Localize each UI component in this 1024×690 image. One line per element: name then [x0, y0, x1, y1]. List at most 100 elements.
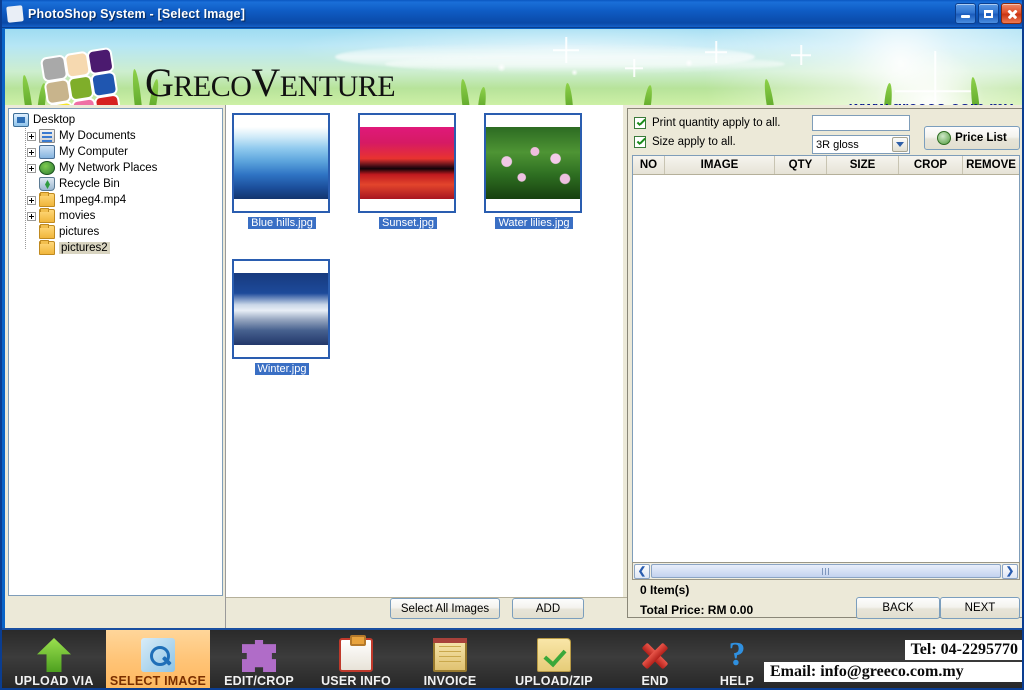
main-toolbar: UPLOAD VIA SELECT IMAGE EDIT/CROP USER I…: [2, 628, 1022, 688]
documents-icon: [39, 129, 55, 143]
thumbnail-image: [234, 273, 328, 345]
app-logo-icon: [6, 4, 24, 23]
computer-icon: [39, 145, 55, 159]
size-select-value: 3R gloss: [816, 138, 859, 151]
thumbnail-label: Winter.jpg: [254, 363, 310, 375]
tree-node-recycle-bin[interactable]: Recycle Bin: [27, 176, 222, 192]
banner-star-5: [791, 45, 811, 65]
window-title: PhotoShop System - [Select Image]: [28, 6, 246, 21]
contact-info: Tel: 04-2295770 Email: info@greeco.com.m…: [764, 632, 1022, 688]
toolbar-label: HELP: [719, 674, 755, 688]
brand-g: G: [145, 60, 174, 105]
thumbnail-frame[interactable]: [232, 259, 330, 359]
quantity-input[interactable]: [812, 115, 910, 131]
window-controls: [955, 3, 1022, 24]
thumbnail-item[interactable]: Winter.jpg: [232, 259, 332, 375]
tree-node-desktop[interactable]: Desktop: [13, 112, 222, 128]
tree-node-1mpeg4[interactable]: 1mpeg4.mp4: [27, 192, 222, 208]
notepad-icon: [433, 638, 467, 672]
print-quantity-checkbox[interactable]: [634, 116, 646, 129]
column-header-crop: CROP: [899, 156, 963, 174]
tree-node-movies[interactable]: movies: [27, 208, 222, 224]
toolbar-label: EDIT/CROP: [224, 674, 294, 688]
banner-grass: [643, 84, 654, 105]
upload-arrow-icon: [37, 638, 71, 672]
clipboard-icon: [339, 635, 373, 672]
image-search-icon: [141, 638, 175, 672]
total-price-label: Total Price: RM 0.00: [640, 603, 754, 617]
tree-node-my-computer[interactable]: My Computer: [27, 144, 222, 160]
toolbar-item-upload-zip[interactable]: UPLOAD/ZIP: [496, 630, 612, 688]
email-label: Email: info@greeco.com.my: [764, 662, 1022, 682]
next-button[interactable]: NEXT: [940, 597, 1020, 619]
add-button[interactable]: ADD: [512, 598, 584, 619]
maximize-button[interactable]: [978, 3, 999, 24]
expand-icon[interactable]: [27, 131, 36, 141]
scrollbar-thumb[interactable]: [651, 564, 1001, 578]
expand-icon[interactable]: [27, 195, 36, 205]
toolbar-item-upload-via[interactable]: UPLOAD VIA: [2, 630, 106, 688]
banner-grass: [130, 68, 143, 105]
thumbnail-label: Blue hills.jpg: [248, 217, 316, 229]
network-icon: [39, 161, 55, 175]
recycle-bin-icon: [39, 177, 55, 191]
folder-check-icon: [537, 638, 571, 672]
price-list-button[interactable]: Price List: [924, 126, 1020, 150]
tree-label: movies: [59, 210, 96, 222]
item-count-label: 0 Item(s): [640, 583, 690, 597]
banner-bokeh-3: [685, 59, 693, 67]
toolbar-item-edit-crop[interactable]: EDIT/CROP: [210, 630, 308, 688]
toolbar-label: USER INFO: [321, 674, 391, 688]
banner-star-2: [553, 37, 579, 63]
chevron-right-icon[interactable]: ❯: [1002, 563, 1018, 579]
minimize-button[interactable]: [955, 3, 976, 24]
chevron-down-icon[interactable]: [892, 137, 908, 152]
order-table-header: NO IMAGE QTY SIZE CROP REMOVE: [633, 156, 1019, 175]
thumbnail-item[interactable]: Water lilies.jpg: [484, 113, 584, 229]
desktop-icon: [13, 113, 29, 127]
banner-grass: [20, 74, 33, 105]
folder-tree[interactable]: Desktop My Documents My Computer My Netw…: [8, 108, 223, 596]
toolbar-item-user-info[interactable]: USER INFO: [308, 630, 404, 688]
tree-label: My Network Places: [59, 162, 158, 174]
order-table-hscrollbar[interactable]: ❮ ❯: [632, 562, 1020, 580]
toolbar-item-invoice[interactable]: INVOICE: [404, 630, 496, 688]
banner-grass: [459, 78, 470, 105]
toolbar-item-end[interactable]: END: [612, 630, 698, 688]
size-apply-label: Size apply to all.: [652, 135, 736, 148]
banner-star-1: [895, 51, 975, 105]
thumbnail-frame[interactable]: [232, 113, 330, 213]
expand-icon[interactable]: [27, 147, 36, 157]
tree-node-my-documents[interactable]: My Documents: [27, 128, 222, 144]
size-select[interactable]: 3R gloss: [812, 135, 910, 154]
back-button[interactable]: BACK: [856, 597, 940, 619]
tree-label: Desktop: [33, 114, 76, 126]
folder-icon: [39, 240, 55, 255]
expand-icon[interactable]: [27, 211, 36, 221]
toolbar-item-select-image[interactable]: SELECT IMAGE: [106, 630, 210, 688]
thumbnail-label: Water lilies.jpg: [495, 217, 573, 229]
toolbar-label: END: [641, 674, 669, 688]
tree-node-pictures2[interactable]: pictures2: [27, 240, 222, 256]
tree-label: Recycle Bin: [59, 178, 120, 190]
thumbnail-frame[interactable]: [358, 113, 456, 213]
banner-grass: [477, 86, 488, 105]
tree-label: pictures: [59, 226, 100, 238]
tree-node-my-network-places[interactable]: My Network Places: [27, 160, 222, 176]
chevron-left-icon[interactable]: ❮: [634, 563, 650, 579]
brand-banner: GRECOVENTURE colourful memories www.gree…: [5, 29, 1022, 105]
thumbnail-frame[interactable]: [484, 113, 582, 213]
order-table-body[interactable]: [633, 175, 1019, 562]
tree-label: 1mpeg4.mp4: [59, 194, 127, 206]
thumbnail-item[interactable]: Sunset.jpg: [358, 113, 458, 229]
tree-node-pictures[interactable]: pictures: [27, 224, 222, 240]
toolbar-label: SELECT IMAGE: [109, 674, 207, 688]
thumbnail-item[interactable]: Blue hills.jpg: [232, 113, 332, 229]
tree-children: My Documents My Computer My Network Plac…: [27, 128, 222, 256]
close-button[interactable]: [1001, 3, 1022, 24]
expand-icon[interactable]: [27, 163, 36, 173]
size-apply-checkbox[interactable]: [634, 135, 646, 148]
select-all-images-button[interactable]: Select All Images: [390, 598, 500, 619]
banner-bokeh-1: [497, 63, 506, 72]
title-bar: PhotoShop System - [Select Image]: [2, 0, 1022, 28]
